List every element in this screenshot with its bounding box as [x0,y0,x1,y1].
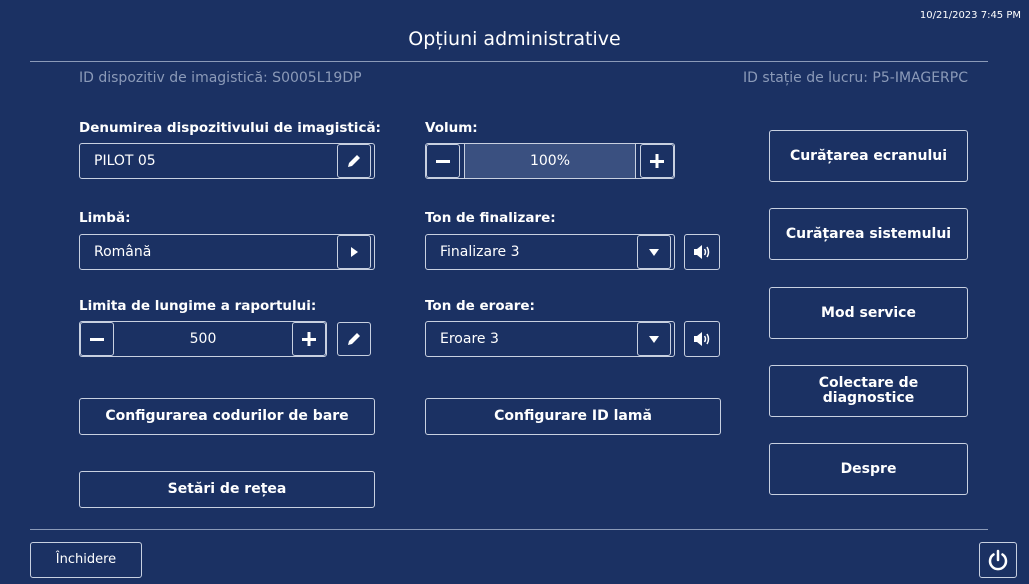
report-limit-value: 500 [189,331,217,347]
plus-icon [650,154,664,168]
language-select-button[interactable] [337,235,371,269]
edit-device-name-button[interactable] [337,144,371,178]
speaker-icon [694,332,710,346]
workstation-id-text: ID stație de lucru: P5-IMAGERPC [743,70,968,86]
language-field: Română [79,234,375,270]
footer-divider [30,529,988,530]
header-divider [30,61,988,62]
device-name-value: PILOT 05 [94,153,156,169]
play-arrow-icon [351,247,358,257]
device-name-field: PILOT 05 [79,143,375,179]
clean-system-button[interactable]: Curățarea sistemului [769,208,968,260]
minus-icon [90,338,104,341]
language-value: Română [94,244,152,260]
timestamp: 10/21/2023 7:45 PM [919,10,1021,21]
volume-label: Volum: [425,120,478,136]
edit-report-limit-button[interactable] [337,322,371,356]
report-limit-decrease-button[interactable] [80,322,114,356]
about-button[interactable]: Despre [769,443,968,495]
collect-diagnostics-button[interactable]: Colectare de diagnostice [769,365,968,417]
caret-down-icon [649,336,659,343]
volume-decrease-button[interactable] [426,144,460,178]
finish-tone-value: Finalizare 3 [440,244,520,260]
device-name-label: Denumirea dispozitivului de imagistică: [79,120,381,136]
report-limit-label: Limita de lungime a raportului: [79,298,317,314]
report-limit-increase-button[interactable] [292,322,326,356]
plus-icon [302,332,316,346]
speaker-icon [694,245,710,259]
language-label: Limbă: [79,210,131,226]
page-title: Opțiuni administrative [408,28,621,50]
error-tone-dropdown-button[interactable] [637,322,671,356]
error-tone-value: Eroare 3 [440,331,499,347]
power-button[interactable] [979,542,1017,578]
clean-screen-button[interactable]: Curățarea ecranului [769,130,968,182]
minus-icon [436,160,450,163]
error-tone-label: Ton de eroare: [425,298,535,314]
barcode-config-button[interactable]: Configurarea codurilor de bare [79,398,375,435]
volume-increase-button[interactable] [640,144,674,178]
service-mode-button[interactable]: Mod service [769,287,968,339]
power-icon [988,549,1008,571]
device-id-text: ID dispozitiv de imagistică: S0005L19DP [79,70,362,86]
play-finish-tone-button[interactable] [684,234,720,270]
slide-id-config-button[interactable]: Configurare ID lamă [425,398,721,435]
close-button[interactable]: Închidere [30,542,142,578]
caret-down-icon [649,249,659,256]
play-error-tone-button[interactable] [684,321,720,357]
pencil-icon [348,333,360,345]
report-limit-field: 500 [79,321,327,357]
finish-tone-dropdown-button[interactable] [637,235,671,269]
volume-control: 100% [425,143,675,179]
volume-value: 100% [529,153,571,169]
pencil-icon [348,155,360,167]
network-settings-button[interactable]: Setări de rețea [79,471,375,508]
finish-tone-label: Ton de finalizare: [425,210,556,226]
